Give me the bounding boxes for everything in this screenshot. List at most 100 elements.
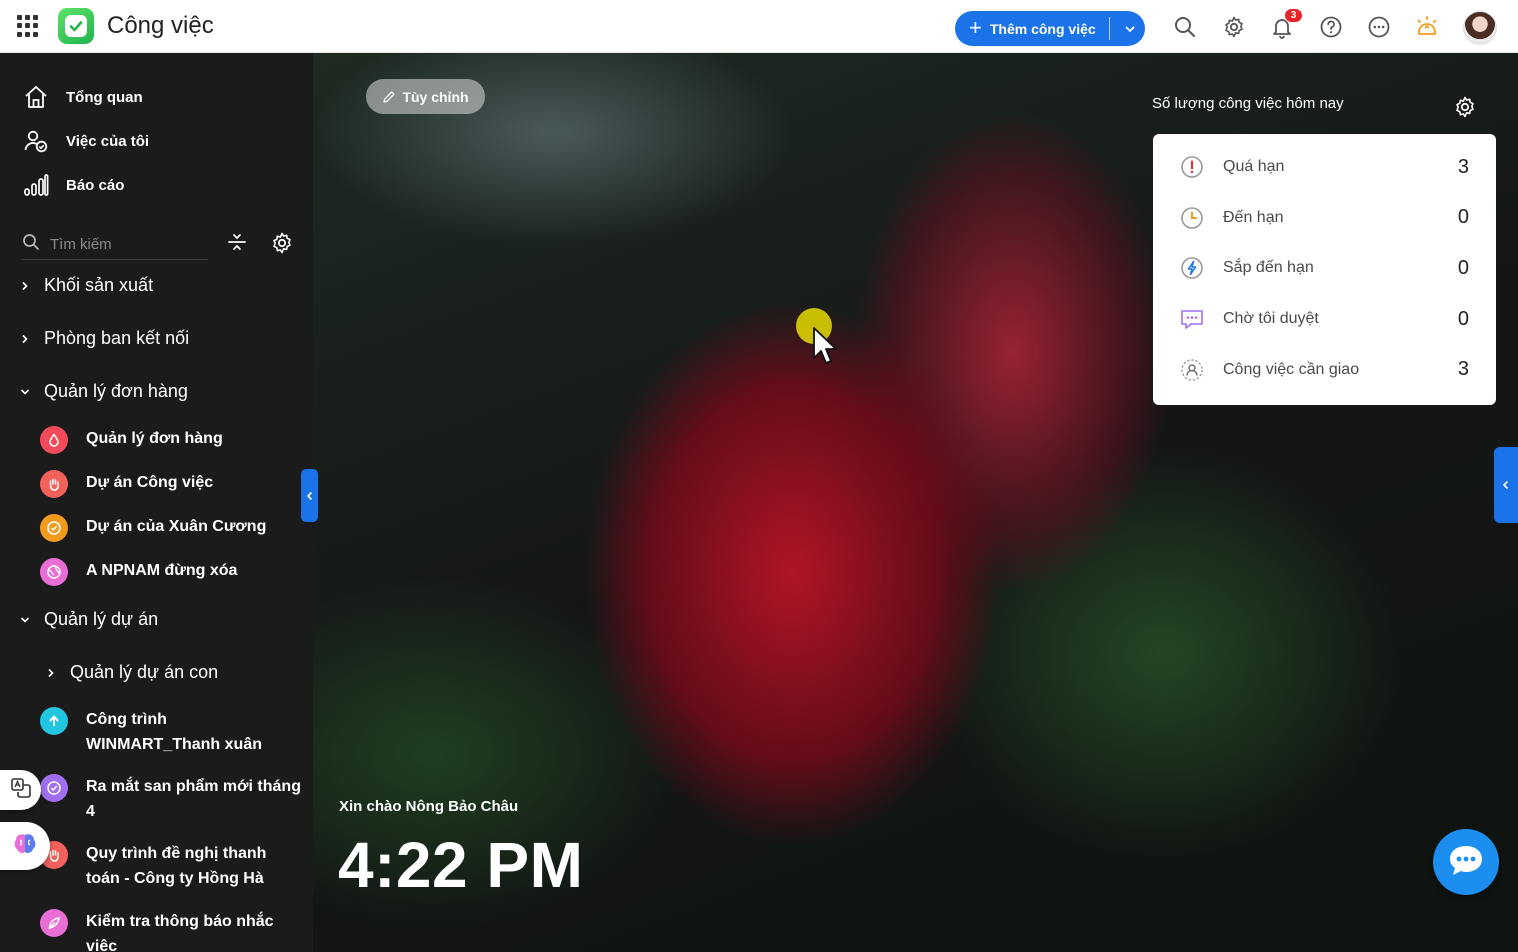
brain-icon bbox=[11, 830, 39, 863]
group-label: Khối sản xuất bbox=[44, 275, 154, 295]
project-item[interactable]: Kiểm tra thông báo nhắc việc bbox=[40, 909, 302, 952]
project-item[interactable]: Công trình WINMART_Thanh xuân bbox=[40, 707, 302, 757]
drop-icon bbox=[40, 426, 68, 454]
group-label: Quản lý dự án con bbox=[70, 662, 219, 682]
chevron-right-icon bbox=[18, 334, 32, 344]
stat-label: Công việc cần giao bbox=[1223, 360, 1360, 378]
button-divider bbox=[1109, 17, 1110, 40]
group-khoi-san-xuat[interactable]: Khối sản xuất bbox=[18, 275, 153, 296]
chevron-down-icon[interactable] bbox=[1115, 11, 1145, 46]
stat-value: 3 bbox=[1457, 358, 1469, 381]
notification-badge: 3 bbox=[1284, 8, 1303, 23]
check-square-icon bbox=[58, 8, 94, 44]
stat-label: Chờ tôi duyệt bbox=[1223, 310, 1319, 328]
stats-title: Số lượng công việc hôm nay bbox=[1152, 95, 1344, 112]
task-stats-card: Quá hạn 3 Đến hạn 0 Sắp đến hạn 0 Chờ tô… bbox=[1153, 134, 1496, 405]
report-icon bbox=[22, 171, 50, 199]
stat-value: 3 bbox=[1457, 155, 1469, 178]
project-label: Dự án của Xuân Cương bbox=[86, 518, 267, 535]
check-circle-icon bbox=[40, 514, 68, 542]
check-circle-icon bbox=[40, 774, 68, 802]
chevron-down-icon bbox=[18, 615, 32, 625]
project-item[interactable]: Dự án Công việc bbox=[40, 470, 302, 498]
chevron-down-icon bbox=[18, 387, 32, 397]
lightbulb-icon[interactable] bbox=[1415, 15, 1439, 39]
group-quan-ly-du-an[interactable]: Quản lý dự án bbox=[18, 609, 158, 630]
collapse-all-icon[interactable] bbox=[226, 231, 248, 258]
collapse-sidebar-button[interactable] bbox=[301, 469, 318, 522]
gear-icon[interactable] bbox=[270, 231, 294, 260]
upload-icon bbox=[40, 707, 68, 735]
hand-icon bbox=[40, 470, 68, 498]
translate-icon bbox=[9, 776, 33, 805]
sidebar-item-my-tasks[interactable]: Việc của tôi bbox=[22, 127, 149, 155]
stat-value: 0 bbox=[1457, 307, 1469, 330]
customize-button[interactable]: Tùy chỉnh bbox=[366, 79, 485, 114]
sidebar-item-label: Báo cáo bbox=[66, 176, 125, 194]
search-icon[interactable] bbox=[1173, 15, 1197, 39]
project-label: Quản lý đơn hàng bbox=[86, 430, 223, 447]
lightning-icon bbox=[1179, 255, 1205, 281]
group-label: Phòng ban kết nối bbox=[44, 328, 190, 348]
project-item[interactable]: Quản lý đơn hàng bbox=[40, 426, 302, 454]
globe-icon bbox=[40, 558, 68, 586]
stat-row-upcoming[interactable]: Sắp đến hạn 0 bbox=[1153, 243, 1496, 294]
sidebar: Tổng quan Việc của tôi Báo cáo Khối sản … bbox=[0, 53, 313, 952]
greeting-text: Xin chào Nông Bảo Châu bbox=[339, 798, 519, 815]
sidebar-item-reports[interactable]: Báo cáo bbox=[22, 171, 124, 199]
app-title: Công việc bbox=[107, 12, 214, 39]
leaf-icon bbox=[40, 909, 68, 937]
project-label: Dự án Công việc bbox=[86, 474, 214, 491]
pencil-icon bbox=[382, 90, 396, 104]
project-label: A NPNAM đừng xóa bbox=[86, 562, 238, 579]
home-icon bbox=[22, 83, 50, 111]
project-item[interactable]: A NPNAM đừng xóa bbox=[40, 558, 302, 586]
group-label: Quản lý dự án bbox=[44, 609, 159, 629]
project-label: Công trình WINMART_Thanh xuân bbox=[86, 711, 262, 753]
group-quan-ly-don-hang[interactable]: Quản lý đơn hàng bbox=[18, 381, 188, 402]
chevron-right-icon bbox=[18, 281, 32, 291]
stat-row-overdue[interactable]: Quá hạn 3 bbox=[1153, 142, 1496, 193]
group-quan-ly-du-an-con[interactable]: Quản lý dự án con bbox=[44, 662, 218, 683]
sidebar-item-label: Việc của tôi bbox=[66, 132, 150, 150]
user-icon bbox=[1179, 357, 1205, 383]
stat-label: Đến hạn bbox=[1223, 208, 1284, 226]
stat-row-to-assign[interactable]: Công việc cần giao 3 bbox=[1153, 344, 1496, 395]
group-phong-ban-ket-noi[interactable]: Phòng ban kết nối bbox=[18, 328, 189, 349]
group-label: Quản lý đơn hàng bbox=[44, 381, 188, 401]
sidebar-search bbox=[22, 230, 208, 260]
project-label: Quy trình đề nghị thanh toán - Công ty H… bbox=[86, 845, 267, 887]
chat-button[interactable] bbox=[1433, 829, 1499, 895]
project-label: Ra mắt san phẩm mới tháng 4 bbox=[86, 778, 301, 820]
clock-icon bbox=[1179, 205, 1205, 231]
project-item[interactable]: Ra mắt san phẩm mới tháng 4 bbox=[40, 774, 302, 824]
expand-right-panel-button[interactable] bbox=[1494, 447, 1518, 523]
gear-icon[interactable] bbox=[1222, 15, 1246, 39]
add-task-label: Thêm công việc bbox=[989, 20, 1096, 37]
help-icon[interactable] bbox=[1319, 15, 1343, 39]
translate-button[interactable] bbox=[0, 770, 41, 810]
plus-icon: + bbox=[969, 14, 982, 40]
add-task-button[interactable]: + Thêm công việc bbox=[955, 11, 1145, 46]
project-item[interactable]: Dự án của Xuân Cương bbox=[40, 514, 302, 542]
sidebar-item-overview[interactable]: Tổng quan bbox=[22, 83, 143, 111]
stat-row-awaiting-approval[interactable]: Chờ tôi duyệt 0 bbox=[1153, 294, 1496, 345]
project-item[interactable]: Quy trình đề nghị thanh toán - Công ty H… bbox=[40, 841, 302, 891]
sidebar-item-label: Tổng quan bbox=[66, 88, 143, 106]
project-label: Kiểm tra thông báo nhắc việc bbox=[86, 913, 274, 952]
chevron-right-icon bbox=[44, 668, 58, 678]
avatar[interactable] bbox=[1463, 11, 1497, 45]
bell-icon[interactable]: 3 bbox=[1270, 8, 1303, 39]
gear-icon[interactable] bbox=[1453, 95, 1477, 124]
alert-icon bbox=[1179, 154, 1205, 180]
app-grid-icon[interactable] bbox=[17, 15, 39, 37]
comment-icon bbox=[1179, 306, 1205, 332]
top-bar: Công việc + Thêm công việc 3 bbox=[0, 0, 1518, 53]
ai-assistant-button[interactable] bbox=[0, 822, 50, 870]
chat-icon bbox=[1447, 842, 1485, 883]
more-icon[interactable] bbox=[1367, 15, 1391, 39]
my-tasks-icon bbox=[22, 127, 50, 155]
search-input[interactable] bbox=[50, 236, 200, 253]
customize-label: Tùy chỉnh bbox=[402, 88, 469, 105]
stat-row-due[interactable]: Đến hạn 0 bbox=[1153, 193, 1496, 244]
